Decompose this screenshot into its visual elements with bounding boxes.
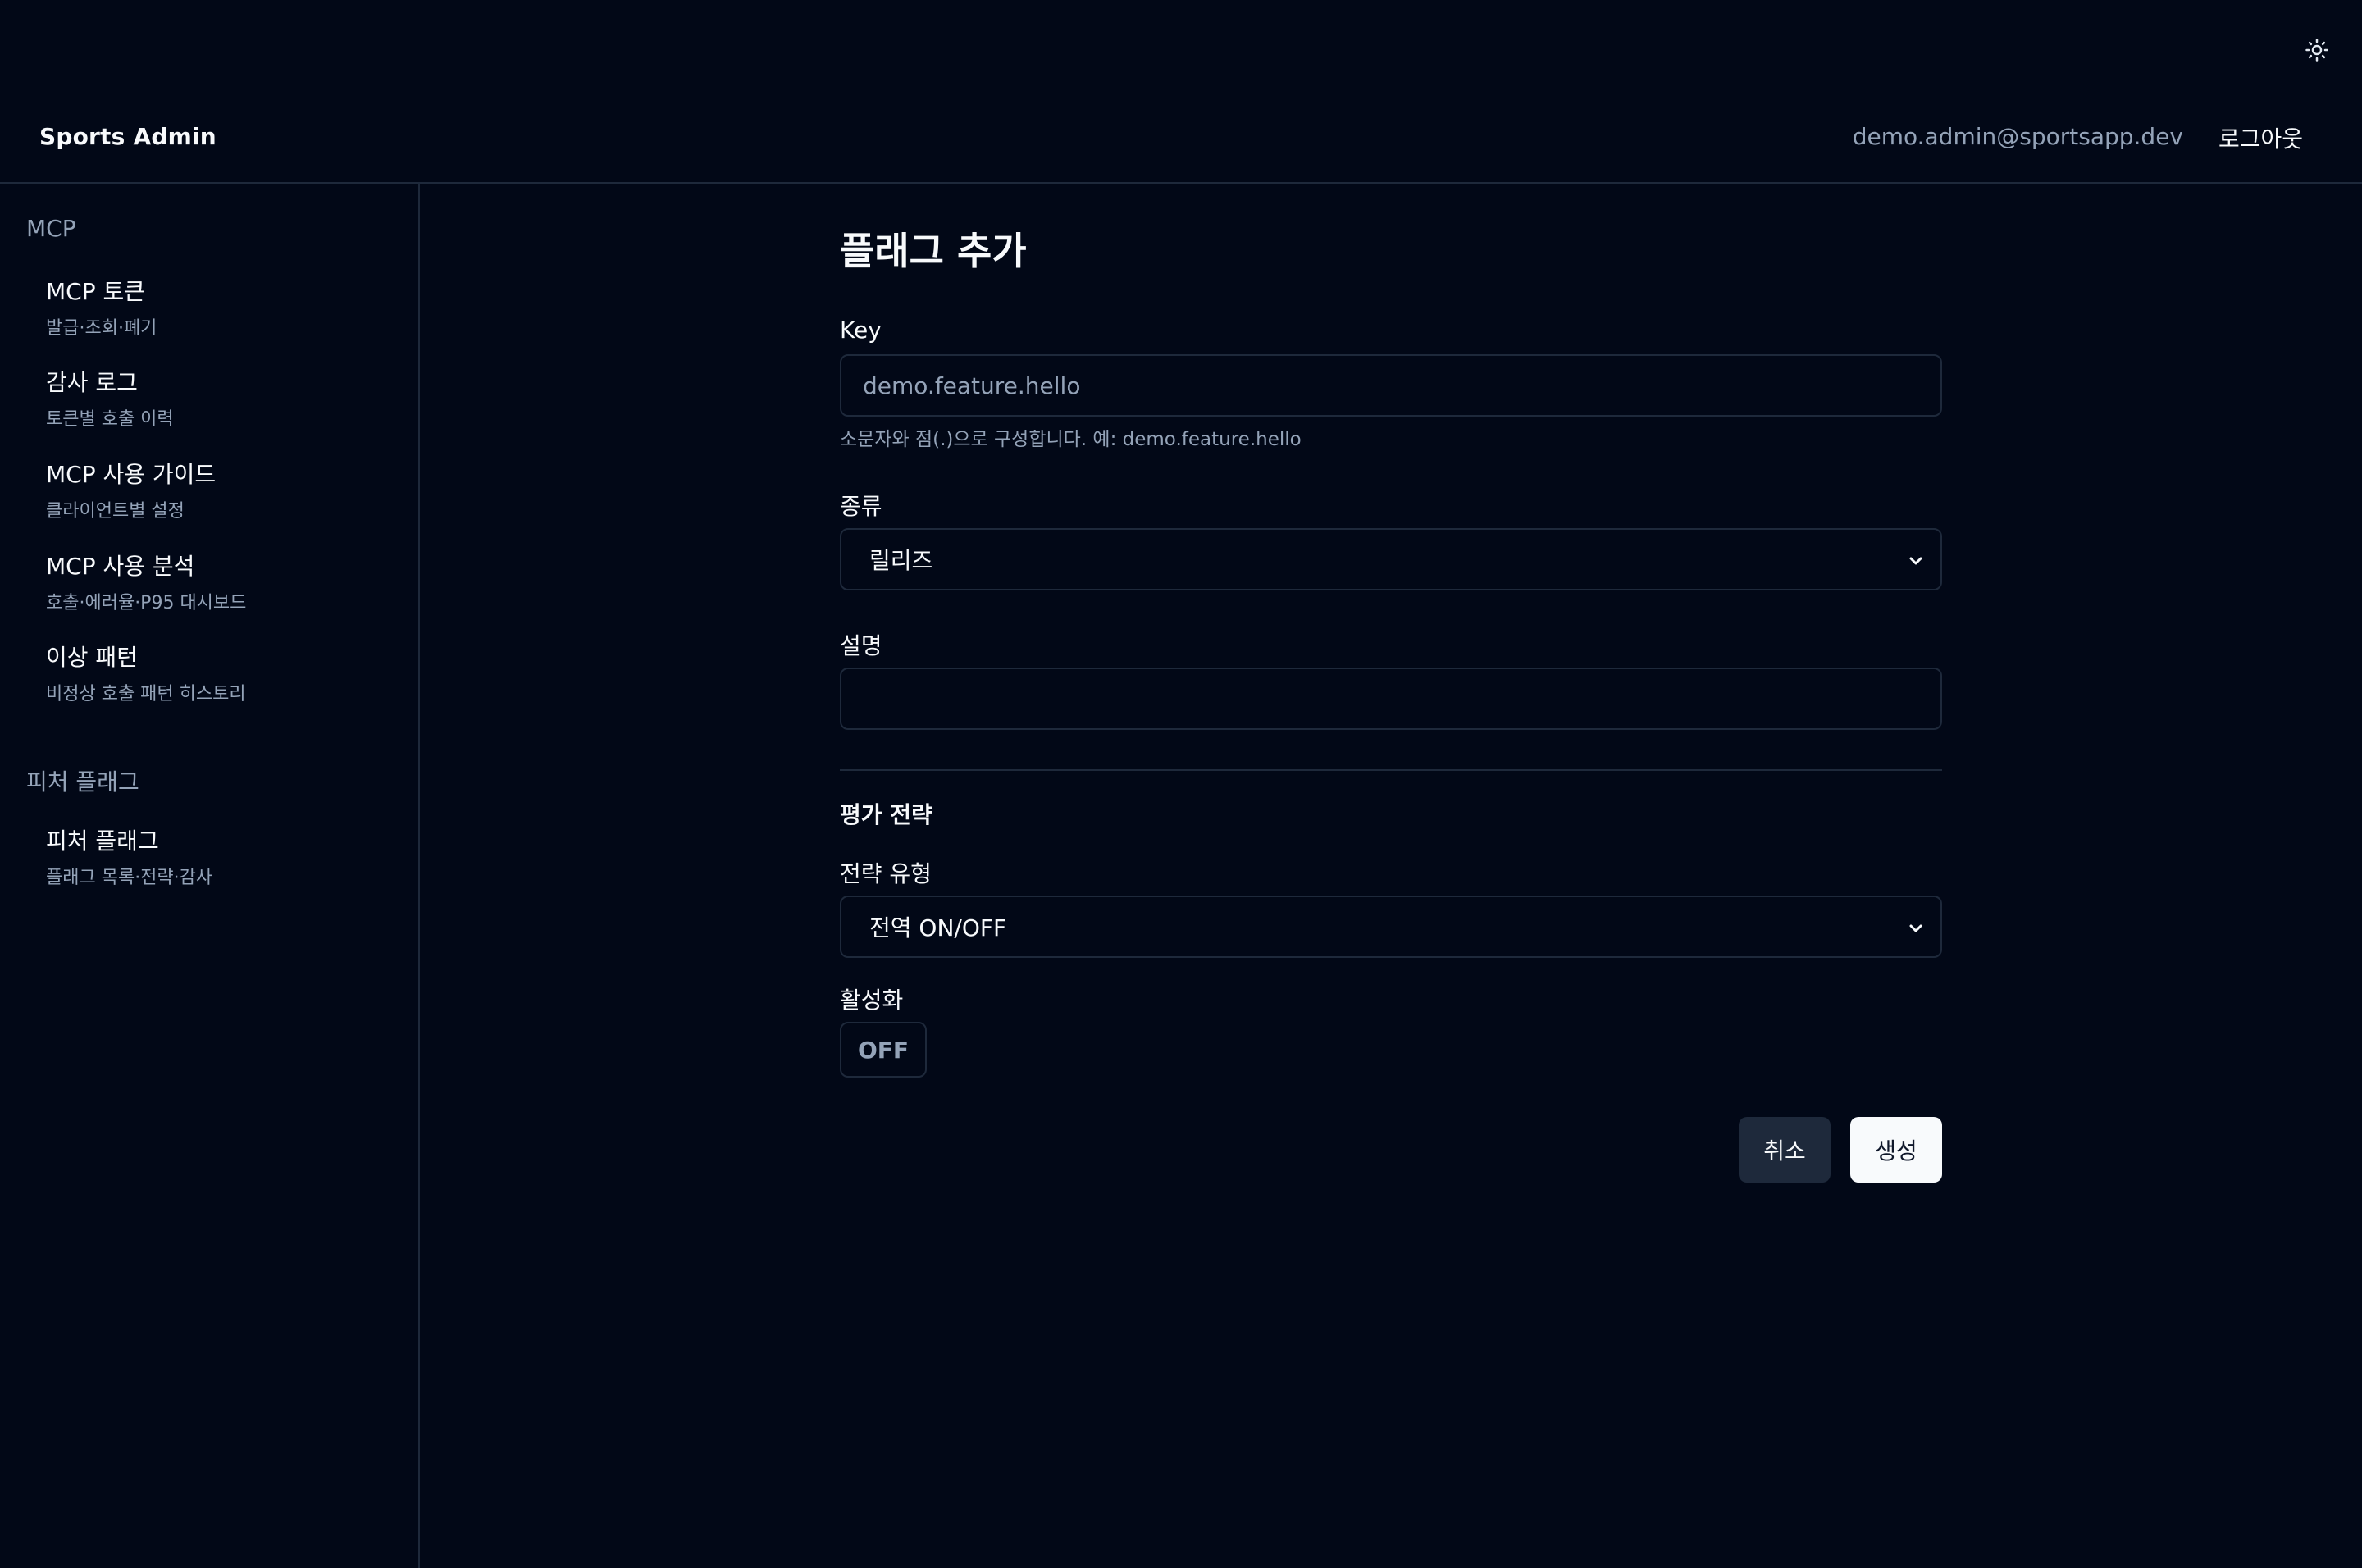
sidebar-item-anomaly-patterns[interactable]: 이상 패턴 비정상 호출 패턴 히스토리 bbox=[26, 635, 394, 713]
kind-label: 종류 bbox=[840, 493, 882, 520]
sidebar-item-title: 피처 플래그 bbox=[46, 827, 159, 855]
create-button[interactable]: 생성 bbox=[1850, 1117, 1942, 1183]
logout-button[interactable]: 로그아웃 bbox=[2218, 121, 2303, 154]
sidebar-item-title: 감사 로그 bbox=[46, 369, 138, 396]
sidebar-item-subtitle: 비정상 호출 패턴 히스토리 bbox=[46, 684, 246, 704]
sidebar-item-subtitle: 발급·조회·폐기 bbox=[46, 318, 157, 339]
sidebar-item-subtitle: 토큰별 호출 이력 bbox=[46, 409, 174, 430]
sidebar-item-title: MCP 토큰 bbox=[46, 278, 146, 305]
sidebar-item-feature-flags[interactable]: 피처 플래그 플래그 목록·전략·감사 bbox=[26, 818, 394, 897]
sidebar-item-subtitle: 클라이언트별 설정 bbox=[46, 501, 185, 522]
cancel-button[interactable]: 취소 bbox=[1739, 1117, 1831, 1183]
sidebar-item-audit-log[interactable]: 감사 로그 토큰별 호출 이력 bbox=[26, 360, 394, 439]
user-email: demo.admin@sportsapp.dev bbox=[1852, 123, 2183, 150]
brand-title[interactable]: Sports Admin bbox=[39, 123, 217, 150]
sidebar-item-mcp-analytics[interactable]: MCP 사용 분석 호출·에러율·P95 대시보드 bbox=[26, 544, 394, 622]
chevron-down-icon bbox=[1909, 924, 1922, 932]
sidebar-item-mcp-tokens[interactable]: MCP 토큰 발급·조회·폐기 bbox=[26, 269, 394, 348]
key-input[interactable] bbox=[840, 354, 1942, 417]
sidebar-item-subtitle: 호출·에러율·P95 대시보드 bbox=[46, 593, 247, 613]
theme-toggle-button[interactable] bbox=[2296, 30, 2337, 71]
kind-select[interactable]: 릴리즈 bbox=[840, 528, 1942, 590]
key-label: Key bbox=[840, 317, 882, 344]
sidebar-item-mcp-guide[interactable]: MCP 사용 가이드 클라이언트별 설정 bbox=[26, 452, 394, 531]
description-input[interactable] bbox=[840, 668, 1942, 730]
strategy-section-title: 평가 전략 bbox=[840, 801, 932, 828]
app-header: Sports Admin demo.admin@sportsapp.dev 로그… bbox=[0, 90, 2362, 184]
sun-icon bbox=[2305, 39, 2328, 62]
description-label: 설명 bbox=[840, 632, 882, 659]
strategy-type-label: 전략 유형 bbox=[840, 860, 932, 887]
sidebar-item-title: MCP 사용 분석 bbox=[46, 553, 195, 580]
kind-select-value: 릴리즈 bbox=[869, 547, 933, 574]
page-title: 플래그 추가 bbox=[840, 229, 1027, 273]
enabled-toggle-button[interactable]: OFF bbox=[840, 1022, 927, 1078]
section-divider bbox=[840, 769, 1942, 771]
top-strip bbox=[0, 0, 2362, 90]
chevron-down-icon bbox=[1909, 557, 1922, 565]
enabled-label: 활성화 bbox=[840, 987, 904, 1014]
sidebar-item-title: 이상 패턴 bbox=[46, 644, 138, 671]
sidebar: MCP MCP 토큰 발급·조회·폐기 감사 로그 토큰별 호출 이력 MCP … bbox=[0, 184, 420, 1568]
sidebar-item-subtitle: 플래그 목록·전략·감사 bbox=[46, 868, 213, 888]
sidebar-item-title: MCP 사용 가이드 bbox=[46, 461, 217, 488]
key-help-text: 소문자와 점(.)으로 구성합니다. 예: demo.feature.hello bbox=[840, 429, 1302, 450]
sidebar-section-mcp: MCP bbox=[26, 215, 76, 242]
strategy-type-value: 전역 ON/OFF bbox=[869, 914, 1007, 941]
strategy-type-select[interactable]: 전역 ON/OFF bbox=[840, 896, 1942, 958]
sidebar-section-feature-flags: 피처 플래그 bbox=[26, 768, 139, 795]
